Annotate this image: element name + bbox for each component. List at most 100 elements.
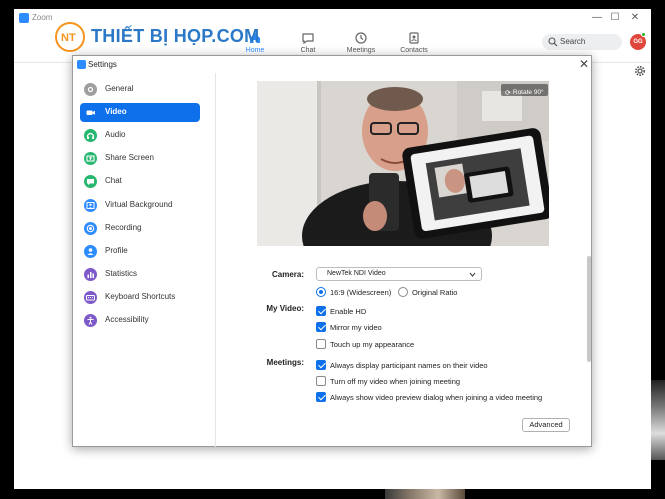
sidebar-item-label: Profile [105, 245, 128, 255]
sidebar-item-label: Statistics [105, 268, 138, 278]
brand-name: THIẾT BỊ HỌP.COM [91, 26, 260, 46]
tab-meetings-label: Meetings [346, 47, 376, 54]
touch-up-label: Touch up my appearance [330, 340, 415, 349]
share-screen-icon [84, 152, 97, 166]
headphones-icon [84, 129, 97, 143]
sidebar-item-share-screen[interactable]: Share Screen [80, 149, 200, 168]
turn-off-video-checkbox[interactable]: Turn off my video when joining meeting [316, 375, 576, 387]
sidebar-item-label: General [105, 84, 134, 93]
radio-widescreen[interactable] [316, 287, 326, 297]
settings-scrollbar[interactable] [587, 256, 591, 362]
aspect-original-radio[interactable]: Original Ratio [398, 286, 468, 298]
search-icon [548, 37, 558, 47]
contacts-icon [409, 32, 419, 44]
zoom-logo-icon [77, 60, 86, 69]
video-camera-icon [84, 106, 97, 119]
gear-icon [84, 83, 97, 96]
background-photo-edge [651, 380, 665, 460]
close-window-button[interactable]: ✕ [626, 11, 644, 25]
display-names-label: Always display participant names on thei… [330, 361, 488, 370]
meetings-label: Meetings: [266, 358, 304, 367]
profile-icon [84, 244, 97, 258]
settings-sidebar: General Video Audio Share Screen Chat Virtual… [73, 73, 216, 447]
settings-close-button[interactable]: ✕ [577, 57, 591, 71]
minimize-button[interactable]: — [588, 11, 606, 25]
sidebar-item-label: Recording [105, 222, 142, 232]
rotate-label: Rotate 90° [512, 88, 544, 96]
sidebar-item-profile[interactable]: Profile [80, 242, 200, 261]
person-background-icon [84, 198, 97, 212]
maximize-button[interactable]: ☐ [606, 11, 624, 25]
video-preview-dialog-checkbox[interactable]: Always show video preview dialog when jo… [316, 391, 581, 403]
sidebar-item-label: Accessibility [105, 315, 149, 324]
aspect-widescreen-label: 16:9 (Widescreen) [330, 288, 392, 297]
scroll-fade [305, 404, 585, 414]
checkbox[interactable] [316, 339, 326, 349]
mirror-video-checkbox[interactable]: Mirror my video [316, 321, 516, 333]
rotate-button[interactable]: ⟳ Rotate 90° [501, 84, 548, 97]
zoom-logo-icon [19, 13, 29, 23]
brand-watermark: NT THIẾT BỊ HỌP.COM [55, 22, 259, 52]
radio-original[interactable] [398, 287, 408, 297]
enable-hd-checkbox[interactable]: Enable HD [316, 305, 516, 317]
camera-select-value: NewTek NDI Video [327, 270, 386, 277]
enable-hd-label: Enable HD [330, 307, 367, 316]
sidebar-item-keyboard-shortcuts[interactable]: Keyboard Shortcuts [80, 288, 200, 307]
keyboard-icon [84, 290, 97, 304]
checkbox[interactable] [316, 392, 326, 402]
turn-off-video-label: Turn off my video when joining meeting [330, 377, 461, 386]
camera-label: Camera: [271, 270, 304, 279]
settings-gear-icon[interactable] [634, 65, 646, 77]
tab-home-label: Home [245, 47, 265, 54]
sidebar-item-audio[interactable]: Audio [80, 126, 200, 145]
sidebar-item-recording[interactable]: Recording [80, 219, 200, 238]
sidebar-item-accessibility[interactable]: Accessibility [80, 311, 200, 330]
my-video-label: My Video: [266, 304, 304, 313]
accessibility-icon [84, 314, 97, 327]
sidebar-item-label: Share Screen [105, 153, 154, 163]
sidebar-item-chat[interactable]: Chat [80, 172, 200, 191]
chat-icon [302, 33, 314, 45]
camera-select[interactable]: NewTek NDI Video [316, 267, 482, 281]
tab-chat-label: Chat [300, 47, 316, 54]
clock-icon [355, 32, 367, 44]
screen: Zoom — ☐ ✕ Home Chat Meetings Contacts S… [0, 0, 665, 499]
background-photo-bottom [385, 488, 465, 499]
camera-feed-image [257, 81, 549, 246]
sidebar-item-label: Virtual Background [105, 199, 173, 209]
settings-title: Settings [88, 60, 117, 69]
online-status-dot [641, 32, 646, 37]
sidebar-item-virtual-background[interactable]: Virtual Background [80, 196, 200, 215]
record-icon [84, 221, 97, 235]
sidebar-item-video[interactable]: Video [80, 103, 200, 123]
settings-dialog: Settings ✕ General Video Audio Share Screen… [72, 55, 592, 447]
tab-contacts-label: Contacts [400, 47, 428, 54]
checkbox[interactable] [316, 360, 326, 370]
sidebar-item-general[interactable]: General [80, 80, 200, 99]
aspect-widescreen-radio[interactable]: 16:9 (Widescreen) [316, 286, 396, 298]
checkbox[interactable] [316, 322, 326, 332]
brand-badge-text: NT [61, 32, 76, 44]
video-preview: ⟳ Rotate 90° [257, 81, 549, 246]
advanced-button[interactable]: Advanced [522, 418, 570, 432]
sidebar-item-label: Audio [105, 130, 126, 140]
checkbox[interactable] [316, 306, 326, 316]
checkbox[interactable] [316, 376, 326, 386]
sidebar-item-label: Keyboard Shortcuts [105, 291, 176, 301]
display-names-checkbox[interactable]: Always display participant names on thei… [316, 359, 576, 371]
brand-badge: NT [55, 22, 85, 52]
sidebar-item-statistics[interactable]: Statistics [80, 265, 200, 284]
window-title: Zoom [32, 13, 53, 22]
chat-bubble-icon [84, 175, 97, 189]
video-preview-dialog-label: Always show video preview dialog when jo… [330, 393, 543, 402]
sidebar-item-label: Chat [105, 176, 122, 186]
sidebar-item-label: Video [105, 107, 127, 117]
statistics-icon [84, 267, 97, 281]
search-placeholder: Search [560, 37, 586, 46]
aspect-original-label: Original Ratio [412, 288, 458, 297]
chevron-down-icon [469, 272, 476, 277]
rotate-icon: ⟳ [505, 89, 511, 97]
touch-up-checkbox[interactable]: Touch up my appearance [316, 338, 516, 350]
mirror-video-label: Mirror my video [330, 323, 382, 332]
search-input[interactable]: Search [542, 34, 622, 50]
